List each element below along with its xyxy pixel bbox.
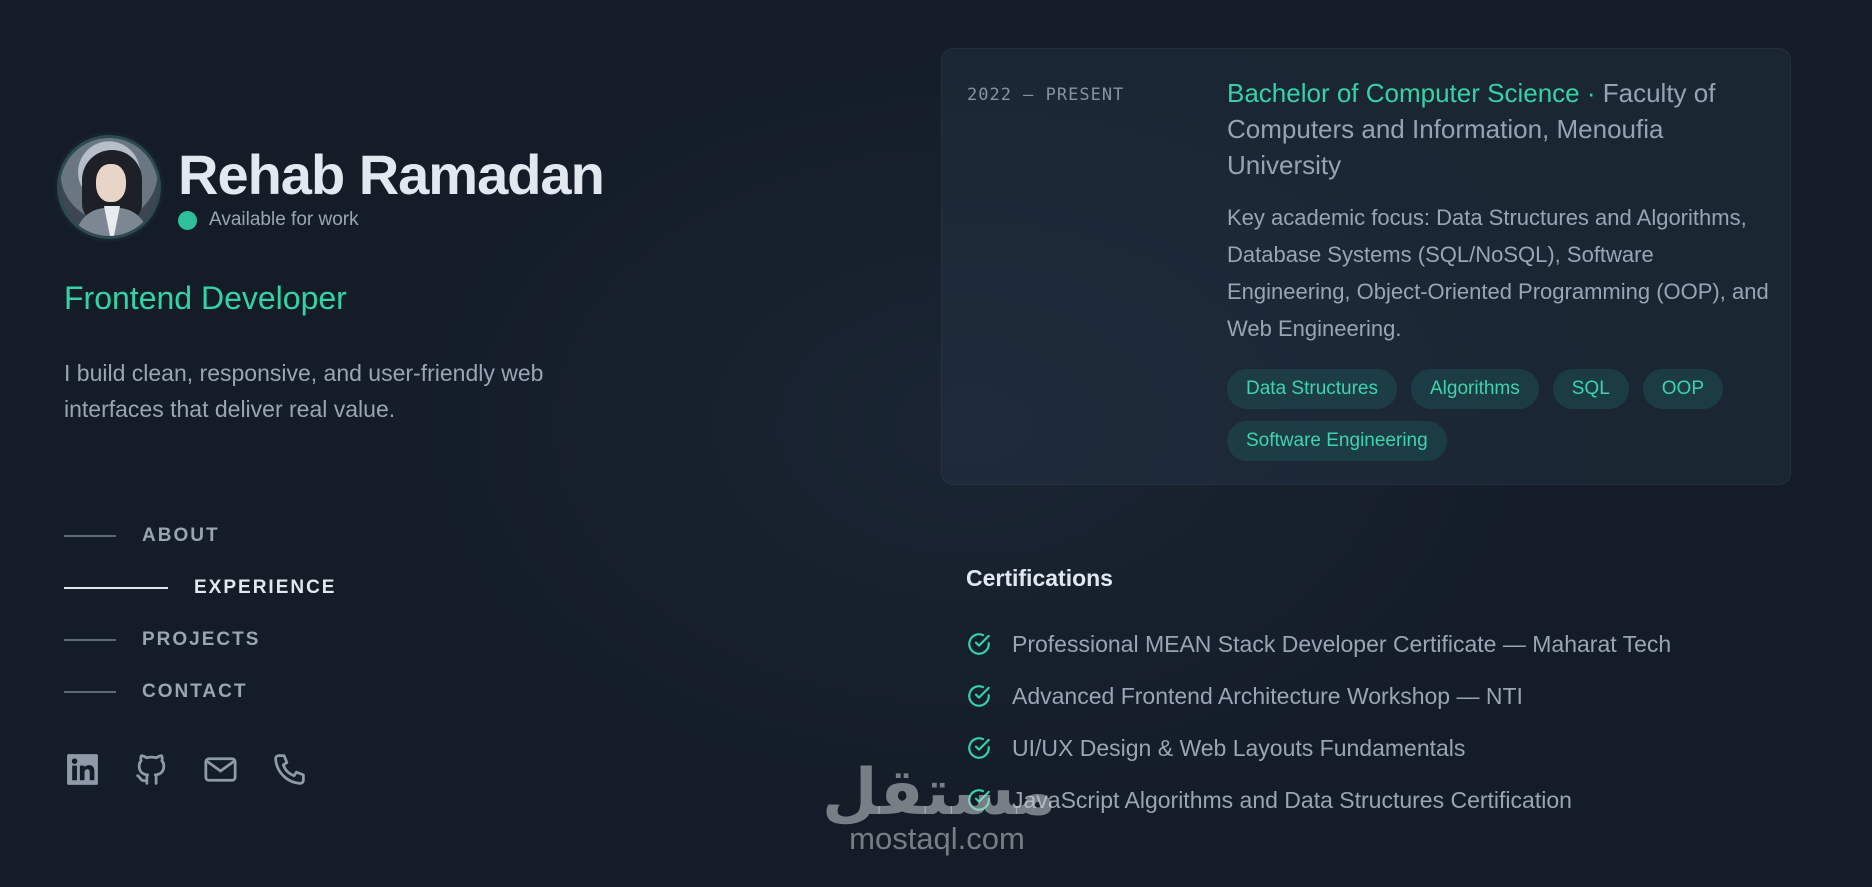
certification-text: Professional MEAN Stack Developer Certif… — [1012, 630, 1672, 657]
list-item: Professional MEAN Stack Developer Certif… — [966, 618, 1671, 670]
job-title: Frontend Developer — [64, 280, 347, 316]
education-description: Key academic focus: Data Structures and … — [1227, 205, 1769, 341]
skill-tag: Data Structures — [1227, 369, 1397, 409]
nav-item-about[interactable]: ABOUT — [64, 510, 336, 562]
watermark-arabic: مستقل — [822, 756, 1057, 830]
nav-indicator-line — [64, 535, 116, 537]
education-date: 2022 — PRESENT — [967, 85, 1125, 105]
name-block: Rehab Ramadan Available for work — [178, 143, 605, 231]
status-dot-icon — [178, 210, 197, 230]
tagline: I build clean, responsive, and user-frie… — [64, 360, 544, 422]
certification-text: JavaScript Algorithms and Data Structure… — [1012, 786, 1572, 813]
skill-tags: Data Structures Algorithms SQL OOP Softw… — [1227, 369, 1772, 473]
mail-icon[interactable] — [202, 751, 239, 788]
nav-indicator-line — [64, 587, 168, 589]
certification-text: Advanced Frontend Architecture Workshop … — [1012, 682, 1523, 709]
education-body: Bachelor of Computer Science · Faculty o… — [1227, 75, 1772, 473]
nav-indicator-line — [64, 639, 116, 641]
title-separator: · — [1579, 78, 1603, 108]
skill-tag: Software Engineering — [1227, 421, 1447, 461]
list-item: JavaScript Algorithms and Data Structure… — [966, 774, 1671, 826]
skill-tag: Algorithms — [1411, 369, 1539, 409]
certification-text: UI/UX Design & Web Layouts Fundamentals — [1012, 734, 1466, 761]
nav-label: EXPERIENCE — [194, 577, 337, 598]
avatar — [57, 135, 161, 239]
availability-status: Available for work — [178, 209, 604, 231]
phone-icon[interactable] — [271, 751, 308, 788]
check-circle-icon — [966, 683, 992, 709]
nav-label: CONTACT — [142, 681, 248, 702]
nav-item-projects[interactable]: PROJECTS — [64, 614, 336, 666]
linkedin-icon[interactable] — [64, 751, 101, 788]
watermark-latin: mostaql.com — [849, 821, 1025, 856]
skill-tag: SQL — [1552, 369, 1629, 409]
list-item: UI/UX Design & Web Layouts Fundamentals — [966, 722, 1671, 774]
education-card[interactable]: 2022 — PRESENT Bachelor of Computer Scie… — [941, 48, 1791, 485]
section-nav: ABOUT EXPERIENCE PROJECTS CONTACT — [64, 510, 336, 718]
certifications-list: Professional MEAN Stack Developer Certif… — [966, 618, 1671, 826]
profile-header: Rehab Ramadan Available for work — [57, 135, 605, 239]
profile-name: Rehab Ramadan — [178, 143, 605, 206]
nav-item-experience[interactable]: EXPERIENCE — [64, 562, 336, 614]
social-links — [64, 751, 340, 788]
skill-tag: OOP — [1642, 369, 1724, 409]
education-title: Bachelor of Computer Science · Faculty o… — [1227, 75, 1772, 183]
status-text: Available for work — [209, 209, 359, 230]
certifications-heading: Certifications — [966, 565, 1113, 591]
nav-label: PROJECTS — [142, 629, 261, 650]
degree-link[interactable]: Bachelor of Computer Science — [1227, 78, 1580, 108]
github-icon[interactable] — [133, 751, 170, 788]
watermark-logo: مستقل mostaql.com — [822, 756, 1057, 856]
nav-indicator-line — [64, 691, 116, 693]
nav-item-contact[interactable]: CONTACT — [64, 666, 336, 718]
list-item: Advanced Frontend Architecture Workshop … — [966, 670, 1671, 722]
check-circle-icon — [966, 631, 992, 657]
nav-label: ABOUT — [142, 525, 220, 546]
